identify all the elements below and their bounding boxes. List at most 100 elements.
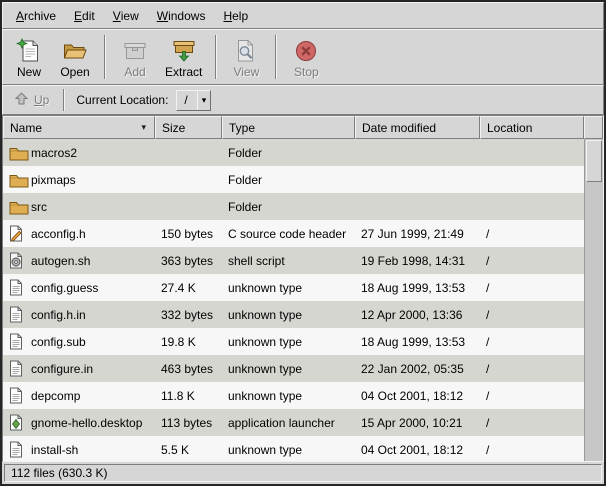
status-bar: 112 files (630.3 K) xyxy=(2,462,604,484)
toolbar-extract-button[interactable]: Extract xyxy=(158,32,209,82)
cell-name: config.sub xyxy=(3,328,155,355)
cell-location: / xyxy=(480,382,584,409)
table-row[interactable]: gnome-hello.desktop 113 bytes applicatio… xyxy=(3,409,584,436)
cell-type: unknown type xyxy=(222,274,355,301)
scrollbar-thumb[interactable] xyxy=(586,140,602,182)
menu-edit[interactable]: Edit xyxy=(65,3,104,28)
cell-type: Folder xyxy=(222,193,355,220)
cell-location xyxy=(480,166,584,193)
cell-name: gnome-hello.desktop xyxy=(3,409,155,436)
toolbar-separator xyxy=(275,35,277,79)
cell-name: config.h.in xyxy=(3,301,155,328)
stop-icon xyxy=(293,37,319,64)
new-archive-icon xyxy=(16,37,42,64)
cell-date-modified: 04 Oct 2001, 18:12 xyxy=(355,382,480,409)
vertical-scrollbar[interactable] xyxy=(584,139,603,461)
cell-location: / xyxy=(480,301,584,328)
cell-type: C source code header xyxy=(222,220,355,247)
cell-type: unknown type xyxy=(222,328,355,355)
up-button[interactable]: Up xyxy=(7,88,56,112)
column-header-location[interactable]: Location xyxy=(480,116,584,139)
location-combo[interactable]: / ▾ xyxy=(176,90,211,111)
folder-icon xyxy=(9,172,31,188)
table-body: macros2 Folder pixmaps Folder src Folder… xyxy=(3,139,603,461)
cell-size xyxy=(155,139,222,166)
table-row[interactable]: config.guess 27.4 K unknown type 18 Aug … xyxy=(3,274,584,301)
cell-size: 27.4 K xyxy=(155,274,222,301)
archive-manager-window: ArchiveEditViewWindowsHelp New Open Add … xyxy=(0,0,606,486)
cell-type: unknown type xyxy=(222,355,355,382)
toolbar-new-button[interactable]: New xyxy=(6,32,52,82)
cell-name: configure.in xyxy=(3,355,155,382)
location-bar-separator xyxy=(63,89,65,111)
add-files-icon xyxy=(122,37,148,64)
toolbar-open-button[interactable]: Open xyxy=(52,32,98,82)
cell-location: / xyxy=(480,409,584,436)
location-bar: Up Current Location: / ▾ xyxy=(2,85,604,115)
column-header-size[interactable]: Size xyxy=(155,116,222,139)
cell-location: / xyxy=(480,328,584,355)
cell-name: install-sh xyxy=(3,436,155,461)
table-row[interactable]: src Folder xyxy=(3,193,584,220)
cell-date-modified xyxy=(355,166,480,193)
cell-location: / xyxy=(480,355,584,382)
table-row[interactable]: macros2 Folder xyxy=(3,139,584,166)
table-row[interactable]: configure.in 463 bytes unknown type 22 J… xyxy=(3,355,584,382)
folder-icon xyxy=(9,199,31,215)
toolbar-view-button[interactable]: View xyxy=(223,32,269,82)
status-text: 112 files (630.3 K) xyxy=(11,466,108,480)
cell-name: depcomp xyxy=(3,382,155,409)
toolbar-stop-button[interactable]: Stop xyxy=(283,32,329,82)
cell-size: 332 bytes xyxy=(155,301,222,328)
table-header-row: Name ▾ Size Type Date modified Location xyxy=(3,116,603,139)
cell-type: unknown type xyxy=(222,382,355,409)
cell-size: 150 bytes xyxy=(155,220,222,247)
shell-script-icon xyxy=(9,252,31,269)
current-location-label: Current Location: xyxy=(76,93,168,107)
menu-archive[interactable]: Archive xyxy=(7,3,65,28)
cell-size: 463 bytes xyxy=(155,355,222,382)
chevron-down-icon: ▾ xyxy=(197,91,211,110)
cell-size xyxy=(155,193,222,220)
table-row[interactable]: install-sh 5.5 K unknown type 04 Oct 200… xyxy=(3,436,584,461)
table-row[interactable]: pixmaps Folder xyxy=(3,166,584,193)
cell-date-modified xyxy=(355,139,480,166)
column-header-name[interactable]: Name ▾ xyxy=(3,116,155,139)
folder-icon xyxy=(9,145,31,161)
column-header-date-modified[interactable]: Date modified xyxy=(355,116,480,139)
cell-type: unknown type xyxy=(222,301,355,328)
document-icon xyxy=(9,360,31,377)
toolbar-add-button[interactable]: Add xyxy=(112,32,158,82)
cell-name: macros2 xyxy=(3,139,155,166)
document-icon xyxy=(9,279,31,296)
document-icon xyxy=(9,333,31,350)
document-icon xyxy=(9,387,31,404)
cell-type: Folder xyxy=(222,166,355,193)
table-row[interactable]: autogen.sh 363 bytes shell script 19 Feb… xyxy=(3,247,584,274)
cell-location xyxy=(480,139,584,166)
menubar: ArchiveEditViewWindowsHelp xyxy=(2,2,604,29)
cell-type: Folder xyxy=(222,139,355,166)
cell-size: 5.5 K xyxy=(155,436,222,461)
cell-date-modified: 18 Aug 1999, 13:53 xyxy=(355,274,480,301)
cell-size: 363 bytes xyxy=(155,247,222,274)
table-row[interactable]: acconfig.h 150 bytes C source code heade… xyxy=(3,220,584,247)
open-archive-icon xyxy=(62,37,88,64)
table-row[interactable]: depcomp 11.8 K unknown type 04 Oct 2001,… xyxy=(3,382,584,409)
cell-date-modified xyxy=(355,193,480,220)
column-header-type[interactable]: Type xyxy=(222,116,355,139)
table-row[interactable]: config.sub 19.8 K unknown type 18 Aug 19… xyxy=(3,328,584,355)
menu-help[interactable]: Help xyxy=(214,3,257,28)
cell-date-modified: 18 Aug 1999, 13:53 xyxy=(355,328,480,355)
menu-view[interactable]: View xyxy=(104,3,148,28)
cell-type: unknown type xyxy=(222,436,355,461)
sort-arrow-icon[interactable]: ▾ xyxy=(139,121,148,134)
cell-location: / xyxy=(480,436,584,461)
document-icon xyxy=(9,306,31,323)
menu-windows[interactable]: Windows xyxy=(148,3,215,28)
table-row[interactable]: config.h.in 332 bytes unknown type 12 Ap… xyxy=(3,301,584,328)
cell-size: 19.8 K xyxy=(155,328,222,355)
cell-location: / xyxy=(480,274,584,301)
cell-type: application launcher xyxy=(222,409,355,436)
file-list: macros2 Folder pixmaps Folder src Folder… xyxy=(3,139,584,461)
